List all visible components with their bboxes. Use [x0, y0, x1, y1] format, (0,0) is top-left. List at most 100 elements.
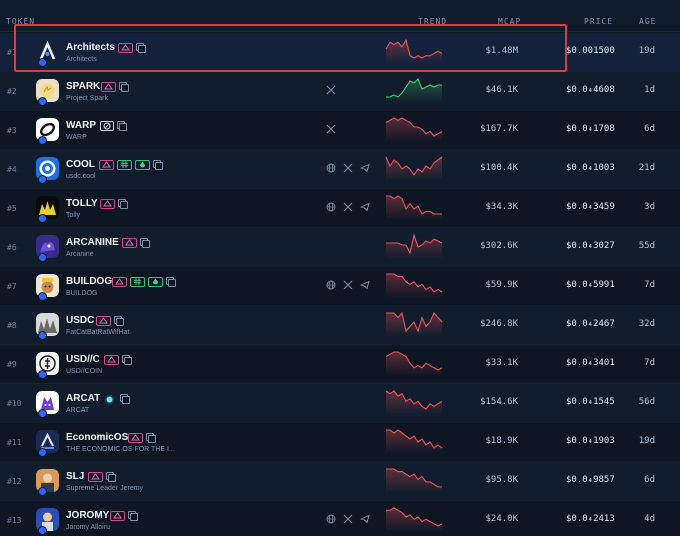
telegram-icon[interactable] — [359, 163, 370, 173]
token-age: 6d — [644, 124, 655, 134]
copy-icon[interactable] — [140, 238, 150, 248]
website-icon[interactable] — [326, 280, 336, 290]
header-age[interactable]: AGE — [639, 17, 656, 26]
token-price: $0.0₄3401 — [566, 358, 615, 368]
token-name[interactable]: ARCAT — [66, 393, 100, 404]
telegram-icon[interactable] — [359, 202, 370, 212]
copy-icon[interactable] — [122, 355, 132, 365]
market-cap: $1.48M — [485, 46, 518, 56]
token-name[interactable]: USD//C — [66, 354, 100, 365]
token-name[interactable]: COOL — [66, 159, 95, 170]
token-age: 21d — [638, 163, 655, 173]
token-age: 19d — [638, 436, 655, 446]
copy-icon[interactable] — [146, 433, 156, 443]
copy-icon[interactable] — [118, 199, 128, 209]
table-row[interactable]: #3 WARP WARP $167.7K $0.0₄1708 6d — [0, 111, 680, 150]
table-row[interactable]: #11 EconomicOS THE ECONOMIC OS FOR THE I..… — [0, 423, 680, 462]
x-icon[interactable] — [326, 124, 336, 134]
token-subtitle: USD//COIN — [66, 368, 103, 375]
copy-icon[interactable] — [114, 316, 124, 326]
market-cap: $24.0K — [485, 514, 518, 524]
chain-badge-icon — [38, 175, 47, 184]
table-row[interactable]: #5 TOLLY Tolly $34.3K $0.0₄3459 3d — [0, 189, 680, 228]
copy-icon[interactable] — [117, 121, 127, 131]
header-trend[interactable]: TREND — [418, 17, 447, 26]
table-row[interactable]: #10 ARCAT ARCAT $154.6K $0.0₄1545 56d — [0, 384, 680, 423]
trend-sparkline — [384, 232, 444, 261]
header-token[interactable]: TOKEN — [6, 17, 35, 26]
token-name[interactable]: WARP — [66, 120, 96, 131]
trend-sparkline — [384, 467, 444, 495]
token-age: 7d — [644, 358, 655, 368]
token-subtitle: FatCatBatRatWifHat — [66, 329, 130, 336]
table-row[interactable]: #8 USDC FatCatBatRatWifHat $246.8K $0.0₄2467… — [0, 306, 680, 345]
copy-icon[interactable] — [136, 43, 146, 53]
table-row[interactable]: #4 COOL usdc.cool $100.4K $0.0₄1003 21d — [0, 150, 680, 189]
token-tags — [122, 237, 150, 248]
header-mcap[interactable]: MCAP — [498, 17, 521, 26]
copy-icon[interactable] — [166, 277, 176, 287]
copy-icon[interactable] — [128, 511, 138, 521]
copy-icon[interactable] — [153, 160, 163, 170]
token-name[interactable]: TOLLY — [66, 198, 98, 209]
token-name[interactable]: SLJ — [66, 471, 84, 482]
token-tags — [102, 393, 130, 404]
chain-badge-icon — [38, 370, 47, 379]
token-name[interactable]: BUILDOG — [66, 276, 112, 287]
x-icon[interactable] — [326, 85, 336, 95]
chain-badge-icon — [38, 409, 47, 418]
website-icon[interactable] — [326, 514, 336, 524]
token-name[interactable]: USDC — [66, 315, 94, 326]
chain-badge-icon — [38, 292, 47, 301]
token-subtitle: Tolly — [66, 212, 81, 219]
x-icon[interactable] — [343, 514, 353, 524]
header-price[interactable]: PRICE — [584, 17, 613, 26]
table-row[interactable]: #6 ARCANINE Arcanine $302.6K $0.0₄3027 55d — [0, 228, 680, 267]
launchpad-tag-icon — [96, 315, 111, 326]
table-row[interactable]: #13 JOROMY Joromy Alloiru $24.0K $0.0₄2413 4d — [0, 501, 680, 536]
chain-badge-icon — [38, 58, 47, 67]
launchpad-tag-icon — [112, 276, 127, 287]
token-price: $0.0₄9857 — [566, 475, 615, 485]
website-icon[interactable] — [326, 163, 336, 173]
table-row[interactable]: #1 Architects Architects $1.48M $0.001500 19d — [0, 33, 680, 72]
trend-sparkline — [384, 194, 444, 222]
token-subtitle: THE ECONOMIC OS FOR THE I... — [66, 446, 175, 453]
trend-sparkline — [384, 77, 444, 105]
token-tags — [99, 159, 163, 170]
token-name[interactable]: JOROMY — [66, 510, 109, 521]
token-price: $0.0₄1545 — [566, 397, 615, 407]
hash-tag-icon — [117, 159, 132, 170]
rank-number: #1 — [7, 48, 17, 57]
x-icon[interactable] — [343, 163, 353, 173]
token-name[interactable]: SPARK — [66, 81, 100, 92]
table-row[interactable]: #2 SPARK Project Spark $46.1K $0.0₄4608 1d — [0, 72, 680, 111]
table-row[interactable]: #12 SLJ Supreme Leader Jeremy $95.8K $0.0₄98… — [0, 462, 680, 501]
copy-icon[interactable] — [120, 394, 130, 404]
table-row[interactable]: #9 USD//C USD//COIN $33.1K $0.0₄3401 7d — [0, 345, 680, 384]
telegram-icon[interactable] — [359, 514, 370, 524]
token-subtitle: Arcanine — [66, 251, 94, 258]
drop-tag-icon — [135, 159, 150, 170]
market-cap: $34.3K — [485, 202, 518, 212]
website-icon[interactable] — [326, 202, 336, 212]
token-tags — [118, 42, 146, 53]
token-name[interactable]: ARCANINE — [66, 237, 119, 248]
copy-icon[interactable] — [119, 82, 129, 92]
token-age: 55d — [638, 241, 655, 251]
chain-badge-icon — [38, 136, 47, 145]
token-age: 1d — [644, 85, 655, 95]
rank-number: #12 — [7, 477, 22, 486]
token-price: $0.0₄4608 — [566, 85, 615, 95]
telegram-icon[interactable] — [359, 280, 370, 290]
x-icon[interactable] — [343, 202, 353, 212]
token-name[interactable]: EconomicOS — [66, 432, 128, 443]
table-row[interactable]: #7 BUILDOG BUILDOG $59.9K $0.0₄5991 7d — [0, 267, 680, 306]
token-subtitle: Supreme Leader Jeremy — [66, 485, 144, 492]
copy-icon[interactable] — [106, 472, 116, 482]
chain-badge-icon — [38, 331, 47, 340]
drop-tag-icon — [148, 276, 163, 287]
token-name[interactable]: Architects — [66, 42, 115, 53]
x-icon[interactable] — [343, 280, 353, 290]
trend-sparkline — [384, 428, 444, 456]
